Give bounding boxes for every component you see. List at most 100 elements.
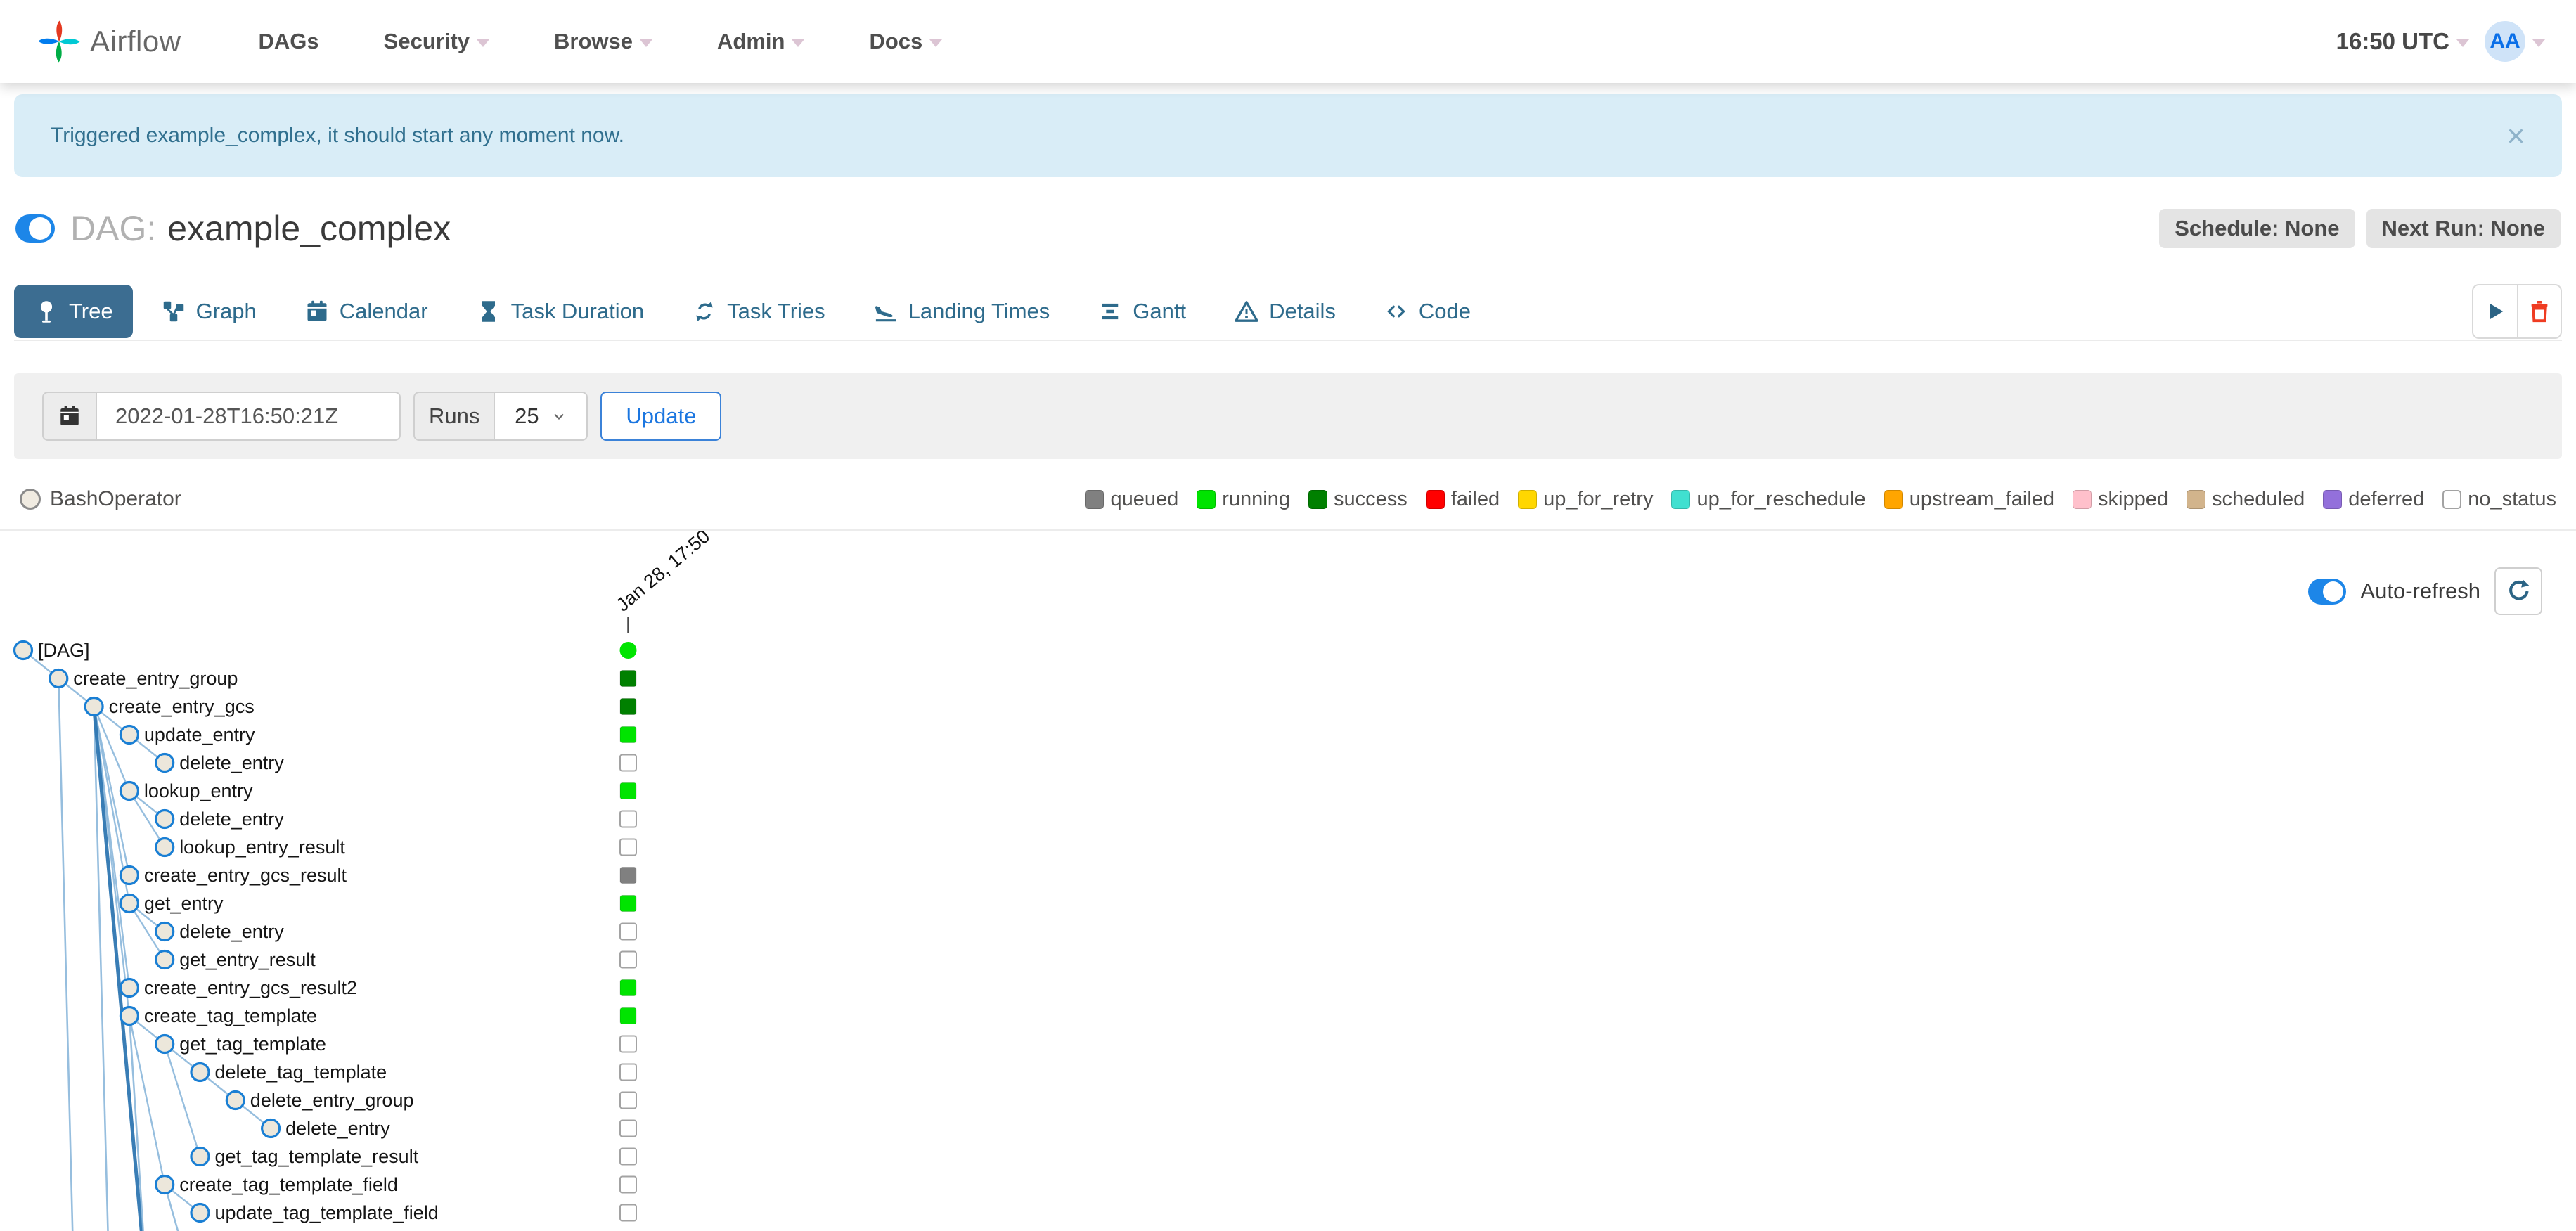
task-status-square-running[interactable] bbox=[619, 726, 637, 743]
task-label[interactable]: create_tag_template_field bbox=[179, 1174, 398, 1195]
task-status-square-no-status[interactable] bbox=[619, 754, 637, 772]
legend-status-skipped[interactable]: skipped bbox=[2073, 488, 2168, 511]
airflow-brand[interactable]: Airflow bbox=[37, 19, 181, 64]
task-label[interactable]: get_tag_template_result bbox=[215, 1146, 419, 1167]
task-node-update-tag-template-field[interactable] bbox=[190, 1202, 210, 1223]
nav-menu-dags[interactable]: DAGs bbox=[259, 29, 319, 54]
nav-menu-security[interactable]: Security bbox=[384, 29, 490, 54]
dag-pause-toggle[interactable] bbox=[15, 214, 55, 243]
tab-tree[interactable]: Tree bbox=[14, 285, 133, 338]
nav-menu-docs[interactable]: Docs bbox=[869, 29, 943, 54]
legend-status-failed[interactable]: failed bbox=[1425, 488, 1500, 511]
task-node-delete-entry-group[interactable] bbox=[225, 1090, 245, 1111]
task-node-get-tag-template-result[interactable] bbox=[190, 1146, 210, 1167]
task-label[interactable]: delete_entry bbox=[179, 921, 284, 942]
task-node-create-entry-gcs-result2[interactable] bbox=[119, 977, 139, 998]
num-runs-select[interactable]: 25 bbox=[495, 392, 588, 441]
tab-calendar[interactable]: Calendar bbox=[285, 285, 448, 338]
task-status-square-no-status[interactable] bbox=[619, 1035, 637, 1053]
tab-task-duration[interactable]: Task Duration bbox=[456, 285, 664, 338]
task-label[interactable]: create_entry_gcs_result bbox=[144, 865, 347, 886]
tab-graph[interactable]: Graph bbox=[141, 285, 276, 338]
task-status-square-no-status[interactable] bbox=[619, 810, 637, 828]
trigger-dag-button[interactable] bbox=[2473, 285, 2517, 337]
task-status-square-no-status[interactable] bbox=[619, 1175, 637, 1194]
base-date-input[interactable] bbox=[97, 392, 401, 441]
task-node-delete-entry[interactable] bbox=[261, 1118, 281, 1139]
clock-menu[interactable]: 16:50 UTC bbox=[2336, 28, 2469, 55]
task-status-square-running[interactable] bbox=[619, 1007, 637, 1024]
task-node-get-tag-template[interactable] bbox=[155, 1033, 175, 1055]
tab-code[interactable]: Code bbox=[1364, 285, 1490, 338]
task-label[interactable]: get_tag_template bbox=[179, 1033, 326, 1055]
task-node-get-entry[interactable] bbox=[119, 893, 139, 914]
task-label[interactable]: create_entry_gcs_result2 bbox=[144, 977, 357, 998]
task-node-create-entry-gcs-result[interactable] bbox=[119, 865, 139, 886]
task-status-square-no-status[interactable] bbox=[619, 922, 637, 941]
task-label[interactable]: delete_entry bbox=[179, 808, 284, 830]
task-node-delete-tag-template[interactable] bbox=[190, 1062, 210, 1083]
task-label[interactable]: update_entry bbox=[144, 724, 255, 745]
task-status-square-success[interactable] bbox=[619, 670, 637, 687]
refresh-button[interactable] bbox=[2494, 567, 2542, 615]
tab-details[interactable]: Details bbox=[1214, 285, 1355, 338]
legend-status-queued[interactable]: queued bbox=[1085, 488, 1178, 511]
task-status-square-running[interactable] bbox=[619, 895, 637, 912]
task-node-lookup-entry-result[interactable] bbox=[155, 837, 175, 858]
legend-status-scheduled[interactable]: scheduled bbox=[2187, 488, 2305, 511]
task-label[interactable]: delete_entry bbox=[285, 1118, 390, 1139]
task-status-square-no-status[interactable] bbox=[619, 1063, 637, 1081]
task-label[interactable]: [DAG] bbox=[38, 640, 90, 661]
task-label[interactable]: create_entry_gcs bbox=[109, 696, 255, 717]
legend-status-up-for-reschedule[interactable]: up_for_reschedule bbox=[1671, 488, 1866, 511]
task-label[interactable]: get_entry_result bbox=[179, 949, 316, 970]
close-icon[interactable]: × bbox=[2506, 120, 2525, 152]
task-status-square-no-status[interactable] bbox=[619, 1147, 637, 1166]
task-status-square-no-status[interactable] bbox=[619, 838, 637, 856]
legend-status-running[interactable]: running bbox=[1197, 488, 1290, 511]
task-node-delete-entry[interactable] bbox=[155, 808, 175, 830]
task-label[interactable]: delete_tag_template bbox=[215, 1062, 387, 1083]
task-label[interactable]: create_tag_template bbox=[144, 1005, 317, 1026]
task-node-delete-entry[interactable] bbox=[155, 752, 175, 773]
nav-menu-admin[interactable]: Admin bbox=[717, 29, 805, 54]
task-node-lookup-entry[interactable] bbox=[119, 780, 139, 801]
task-label[interactable]: lookup_entry_result bbox=[179, 837, 345, 858]
user-menu[interactable]: AA bbox=[2485, 21, 2545, 62]
task-status-square-no-status[interactable] bbox=[619, 1119, 637, 1137]
task-status-square-no-status[interactable] bbox=[619, 1204, 637, 1222]
task-node-delete-entry[interactable] bbox=[155, 921, 175, 942]
task-label[interactable]: delete_entry bbox=[179, 752, 284, 773]
tab-gantt[interactable]: Gantt bbox=[1078, 285, 1206, 338]
dag-run-status-circle[interactable] bbox=[619, 642, 637, 659]
task-status-square-running[interactable] bbox=[619, 979, 637, 996]
legend-status-success[interactable]: success bbox=[1308, 488, 1408, 511]
update-button[interactable]: Update bbox=[600, 392, 722, 441]
task-label[interactable]: create_entry_group bbox=[73, 668, 238, 689]
legend-status-deferred[interactable]: deferred bbox=[2323, 488, 2424, 511]
run-date-label[interactable]: Jan 28, 17:50 bbox=[612, 531, 714, 616]
nav-menu-browse[interactable]: Browse bbox=[554, 29, 652, 54]
task-label[interactable]: get_entry bbox=[144, 893, 224, 914]
task-status-square-no-status[interactable] bbox=[619, 950, 637, 969]
task-node-update-entry[interactable] bbox=[119, 724, 139, 745]
task-node-get-entry-result[interactable] bbox=[155, 949, 175, 970]
task-label[interactable]: delete_entry_group bbox=[250, 1090, 414, 1111]
auto-refresh-toggle[interactable] bbox=[2308, 578, 2347, 605]
task-label[interactable]: update_tag_template_field bbox=[215, 1202, 439, 1223]
task-node-create-entry-group[interactable] bbox=[49, 668, 69, 689]
task-status-square-success[interactable] bbox=[619, 698, 637, 715]
task-node-dag[interactable] bbox=[13, 640, 34, 661]
task-node-create-tag-template-field[interactable] bbox=[155, 1174, 175, 1195]
task-node-create-tag-template[interactable] bbox=[119, 1005, 139, 1026]
task-status-square-queued[interactable] bbox=[619, 867, 637, 884]
task-status-square-no-status[interactable] bbox=[619, 1091, 637, 1109]
task-node-create-entry-gcs[interactable] bbox=[84, 696, 104, 717]
legend-status-upstream-failed[interactable]: upstream_failed bbox=[1883, 488, 2054, 511]
task-status-square-running[interactable] bbox=[619, 782, 637, 799]
task-label[interactable]: lookup_entry bbox=[144, 780, 253, 801]
tab-landing-times[interactable]: Landing Times bbox=[854, 285, 1070, 338]
tab-task-tries[interactable]: Task Tries bbox=[672, 285, 845, 338]
legend-status-no-status[interactable]: no_status bbox=[2442, 488, 2556, 511]
legend-status-up-for-retry[interactable]: up_for_retry bbox=[1518, 488, 1653, 511]
